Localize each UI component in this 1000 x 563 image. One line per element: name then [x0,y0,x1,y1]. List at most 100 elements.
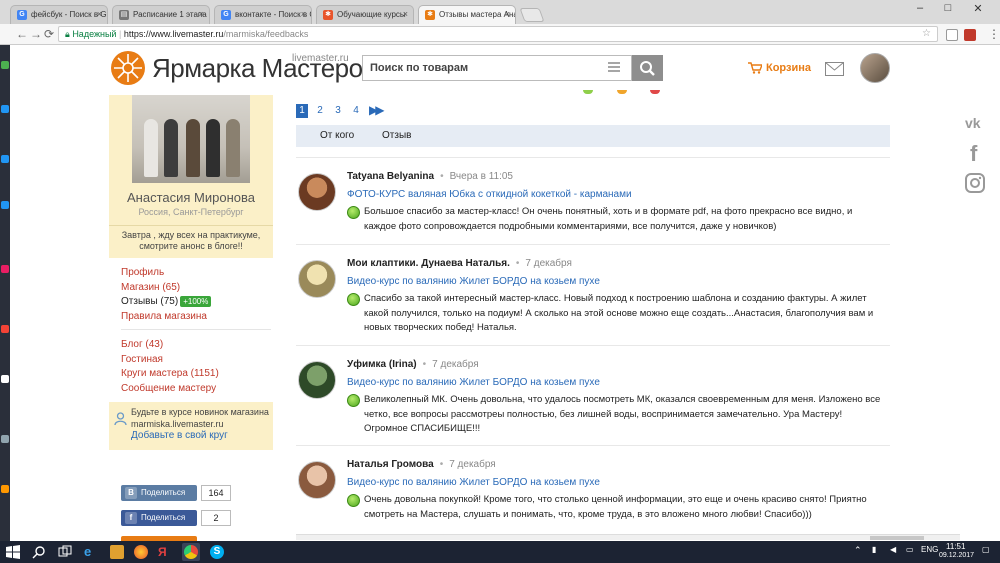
battery-icon[interactable]: ▭ [906,545,914,554]
list-icon[interactable] [608,61,620,73]
page-4[interactable]: 4 [350,104,362,118]
next-page-icon[interactable]: ▶▶ [369,103,385,117]
browser-tab[interactable]: Gфейсбук - Поиск в Goo × [10,5,108,24]
close-tab-icon[interactable]: × [97,9,102,19]
livemaster-icon: ✱ [425,10,435,20]
browser-tab[interactable]: Gвконтакте - Поиск в Go × [214,5,312,24]
mail-icon[interactable] [825,62,844,76]
browser-tab[interactable]: ✱Отзывы мастера Анаста× [418,5,516,24]
browser-menu-icon[interactable]: ⋮ [988,27,1000,41]
edge-icon[interactable]: e [84,545,98,559]
extension-icon[interactable] [946,29,958,41]
shop-photo[interactable] [132,95,250,183]
rating-badge: +100% [180,296,212,307]
language-indicator[interactable]: ENG [921,545,938,554]
file-explorer-icon[interactable] [110,545,124,559]
extension-badge-icon[interactable] [964,29,976,41]
reload-icon[interactable]: ⟳ [44,27,54,41]
chrome-taskbar-button[interactable] [182,543,200,561]
sidebar-link[interactable]: Отзывы (75) +100% [121,295,271,310]
reviewer-name[interactable]: Tatyana Belyanina Вчера в 11:05 [347,171,513,182]
maximize-icon[interactable]: □ [934,2,962,14]
review-text: Спасибо за такой интересный мастер-класс… [364,293,874,333]
firefox-icon[interactable] [134,545,148,559]
instagram-icon[interactable] [964,172,986,194]
sidebar-link-label: Сообщение мастеру [121,382,217,394]
svg-text:vk: vk [965,115,981,131]
search-input[interactable]: Поиск по товарам [362,55,632,81]
reviewer-avatar[interactable] [298,461,336,499]
positive-smile-icon [347,206,360,219]
cart-link[interactable]: Корзина [748,62,811,74]
close-tab-icon[interactable]: × [199,9,204,19]
back-arrow-icon[interactable]: ← [16,27,28,41]
sidebar-link[interactable]: Гостиная [121,353,271,368]
tab-review[interactable]: Отзыв [382,130,411,141]
sidebar-link[interactable]: Правила магазина [121,310,271,325]
sidebar-link[interactable]: Магазин (65) [121,281,271,296]
positive-smile-icon [347,494,360,507]
tab-from[interactable]: От кого [320,130,354,141]
review-product-link[interactable]: Видео-курс по валянию Жилет БОРДО на коз… [347,377,600,388]
sidebar-divider [121,329,271,330]
search-button[interactable] [632,55,663,81]
task-view-icon[interactable] [58,545,72,559]
sidebar-link[interactable]: Сообщение мастеру [121,382,271,397]
review-product-link[interactable]: Видео-курс по валянию Жилет БОРДО на коз… [347,276,600,287]
network-icon[interactable]: ▮ [872,545,876,554]
sidebar-link[interactable]: Блог (43) [121,338,271,353]
reviewer-avatar[interactable] [298,173,336,211]
shop-location: Россия, Санкт-Петербург [138,207,244,217]
clock-time[interactable]: 11:51 [946,542,965,551]
clock-date[interactable]: 09.12.2017 [939,552,974,559]
skype-icon[interactable]: S [210,545,224,559]
new-tab-button[interactable] [519,8,545,22]
browser-tab[interactable]: ▤Расписание 1 этапа (пр× [112,5,210,24]
windows-start-icon[interactable] [6,545,20,559]
shop-name[interactable]: Анастасия Миронова [109,190,273,205]
forward-arrow-icon[interactable]: → [30,27,42,41]
sidebar-link[interactable]: Профиль [121,266,271,281]
sidebar-link-label: Профиль [121,267,165,278]
facebook-icon: f [125,512,137,524]
notifications-icon[interactable]: ▢ [982,545,990,554]
horizontal-scrollbar[interactable] [296,534,960,540]
sidebar-link[interactable]: Круги мастера (1151) [121,367,271,382]
lock-icon: 🔒︎ [65,29,70,39]
search-icon[interactable] [32,545,46,559]
share-button-facebook[interactable]: f Поделиться [121,510,197,526]
reviewer-name[interactable]: Уфимка (Irina) 7 декабря [347,359,479,370]
reviewer-name[interactable]: Наталья Громова 7 декабря [347,459,496,470]
page-2[interactable]: 2 [314,104,326,118]
reviewer-avatar[interactable] [298,260,336,298]
add-to-circle-link[interactable]: Добавьте в свой круг [131,430,269,442]
url-field[interactable]: 🔒︎ Надежный | https://www.livemaster.ru/… [58,26,938,42]
livemaster-logo-icon[interactable] [110,50,146,86]
sidebar-link-label: Правила магазина [121,310,207,322]
close-tab-icon[interactable]: × [301,9,306,19]
review-text: Великолепный МК. Очень довольна, что уда… [364,394,881,434]
close-tab-icon[interactable]: × [403,9,408,19]
close-tab-icon[interactable]: × [505,9,510,19]
user-avatar[interactable] [860,53,890,83]
close-window-icon[interactable]: ✕ [964,2,992,15]
svg-text:f: f [970,142,978,164]
volume-icon[interactable]: ◀︎ [890,545,896,554]
person-add-icon [114,412,127,426]
browser-tab[interactable]: ✱ Обучающие курсы × [316,5,414,24]
reviewer-avatar[interactable] [298,361,336,399]
bookmark-star-icon[interactable]: ☆ [922,28,931,39]
review-product-link[interactable]: Видео-курс по валянию Жилет БОРДО на коз… [347,477,600,488]
reviewer-name[interactable]: Мои клаптики. Дунаева Наталья. 7 декабря [347,258,572,269]
minimize-icon[interactable]: – [906,2,934,14]
page-1[interactable]: 1 [296,104,308,118]
yandex-browser-icon[interactable]: Я [158,545,172,559]
facebook-icon[interactable]: f [964,142,986,164]
review-product-link[interactable]: ФОТО-КУРС валяная Юбка с откидной кокетк… [347,189,632,200]
page-3[interactable]: 3 [332,104,344,118]
search-icon [640,61,655,76]
vk-icon[interactable]: vk [964,112,986,134]
tray-arrow-icon[interactable]: ⌃ [854,545,862,556]
shop-sidebar: Анастасия Миронова Россия, Санкт-Петербу… [109,95,273,542]
share-button-vk[interactable]: B Поделиться [121,485,197,501]
